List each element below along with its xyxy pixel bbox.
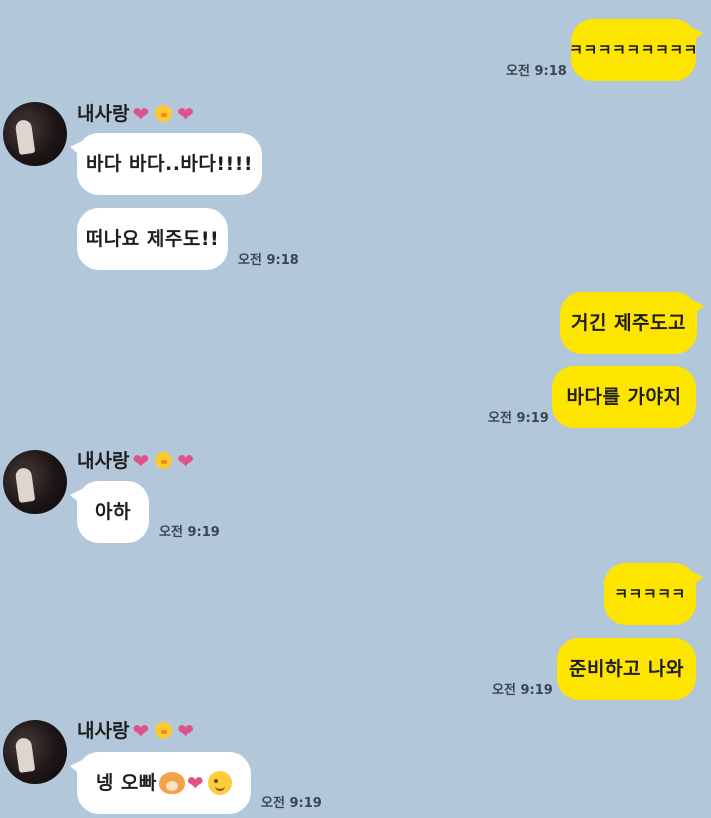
heart-icon: ❤ (132, 102, 150, 126)
sender-name-text: 내사랑 (77, 719, 130, 742)
timestamp: 오전 9:19 (492, 683, 553, 698)
sender-name-text: 내사랑 (77, 449, 130, 472)
timestamp: 오전 9:19 (488, 411, 549, 426)
wink-face-icon (208, 771, 233, 795)
received-message[interactable]: 떠나요 제주도!! (77, 208, 228, 270)
avatar[interactable] (3, 450, 67, 514)
timestamp: 오전 9:19 (261, 796, 322, 811)
heart-icon: ❤ (177, 449, 194, 473)
received-message[interactable]: 바다 바다..바다!!!! (70, 133, 262, 195)
avatar[interactable] (3, 720, 67, 784)
avatar[interactable] (3, 102, 67, 166)
sender-name-text: 내사랑 (77, 102, 130, 125)
sender-name: 내사랑 ❤ ❤ (77, 721, 194, 741)
hamster-icon (158, 772, 185, 794)
sent-message[interactable]: 준비하고 나와 (557, 638, 696, 700)
sender-name: 내사랑 ❤ ❤ (77, 451, 194, 471)
sent-message[interactable]: ㅋㅋㅋㅋㅋ (604, 563, 703, 625)
heart-icon: ❤ (186, 771, 205, 795)
timestamp: 오전 9:18 (506, 64, 567, 79)
timestamp: 오전 9:18 (238, 253, 299, 268)
received-message[interactable]: 넹 오빠 ❤ (70, 752, 251, 814)
sender-name: 내사랑 ❤ ❤ (77, 104, 194, 124)
chick-icon (152, 721, 174, 741)
message-text: 넹 오빠 (95, 771, 157, 794)
heart-icon: ❤ (177, 719, 194, 743)
timestamp: 오전 9:19 (159, 525, 220, 540)
chick-icon (152, 104, 174, 124)
heart-icon: ❤ (132, 449, 150, 473)
sent-message[interactable]: ㅋㅋㅋㅋㅋㅋㅋㅋㅋ (569, 19, 703, 81)
received-message[interactable]: 아하 (70, 481, 149, 543)
heart-icon: ❤ (177, 102, 194, 126)
heart-icon: ❤ (132, 719, 150, 743)
sent-message[interactable]: 거긴 제주도고 (560, 292, 704, 354)
chick-icon (152, 451, 174, 471)
sent-message[interactable]: 바다를 가야지 (552, 366, 696, 428)
